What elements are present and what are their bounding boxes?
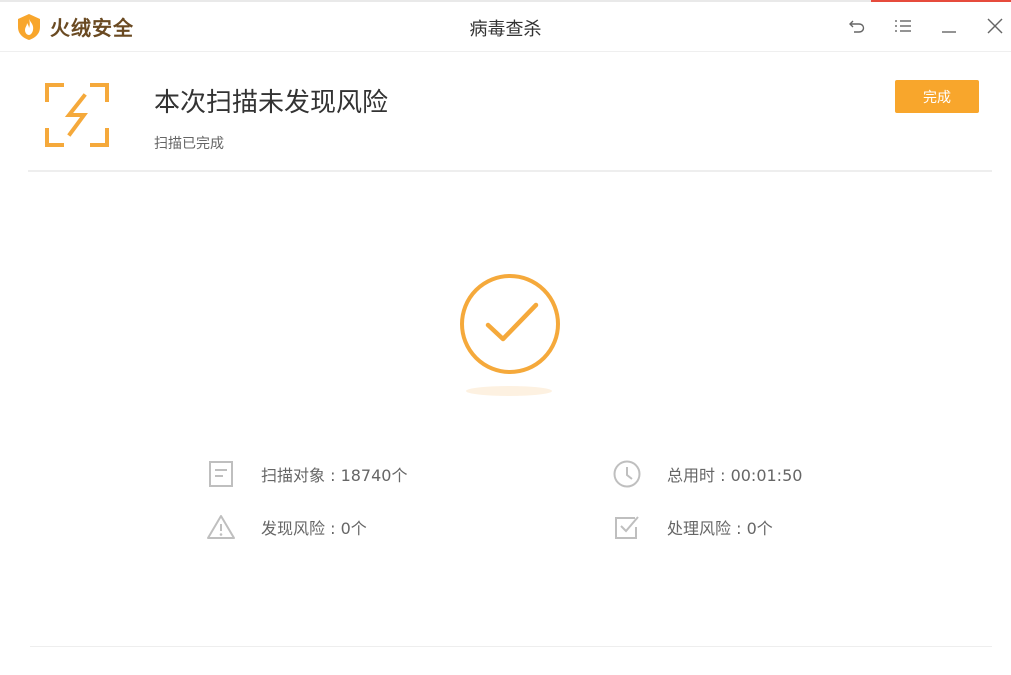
stat-label: 扫描对象 : 18740个: [261, 466, 408, 485]
stat-elapsed-time: 总用时 : 00:01:50: [612, 459, 802, 489]
result-title: 本次扫描未发现风险: [154, 88, 389, 118]
clock-icon: [612, 459, 642, 489]
back-button[interactable]: [843, 12, 871, 40]
scan-lightning-icon: [45, 83, 109, 147]
done-button[interactable]: 完成: [895, 80, 979, 113]
menu-icon: [895, 20, 911, 32]
stat-label: 总用时 : 00:01:50: [667, 466, 803, 485]
close-icon: [987, 18, 1003, 34]
warning-icon: [206, 512, 236, 542]
footer-divider: [30, 646, 992, 647]
minimize-icon: [942, 31, 956, 33]
title-bar[interactable]: 火绒安全 病毒查杀: [0, 2, 1011, 52]
result-subtitle: 扫描已完成: [154, 136, 224, 152]
stat-risks-found: 发现风险 : 0个: [206, 512, 367, 542]
document-icon: [206, 459, 236, 489]
close-button[interactable]: [981, 12, 1009, 40]
check-shadow: [466, 386, 552, 396]
stat-scanned-objects: 扫描对象 : 18740个: [206, 459, 407, 489]
stat-label: 发现风险 : 0个: [261, 519, 367, 538]
stat-label: 处理风险 : 0个: [667, 519, 773, 538]
menu-button[interactable]: [889, 12, 917, 40]
checkbox-check-icon: [612, 512, 642, 542]
stat-risks-handled: 处理风险 : 0个: [612, 512, 773, 542]
success-check-icon: [460, 274, 560, 374]
back-icon: [849, 20, 865, 33]
result-header: 本次扫描未发现风险 扫描已完成 完成: [28, 60, 992, 172]
minimize-button[interactable]: [935, 12, 963, 40]
app-window: 火绒安全 病毒查杀 本次扫描未发现风险 扫描已完成 完成 扫描对象: 1874…: [0, 0, 1011, 675]
